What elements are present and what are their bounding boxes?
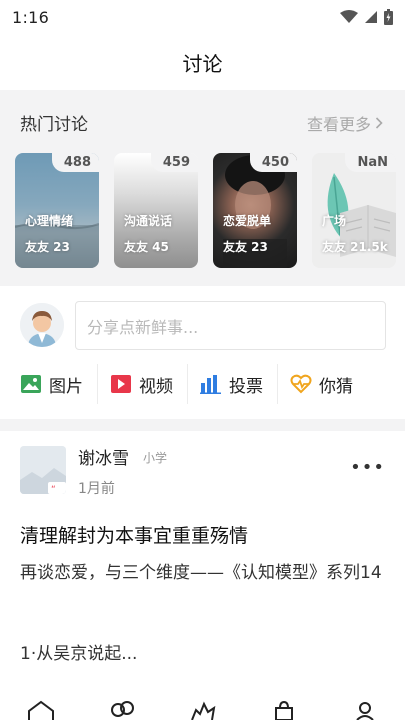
action-label: 视频 [139,376,173,397]
hot-cards: 488 心理情绪 友友 23 459 沟通说话 友友 45 450 恋爱脱单 友… [15,153,396,268]
more-options-icon[interactable]: ••• [350,457,385,478]
status-time: 1:16 [12,7,50,27]
card-name: 恋爱脱单 [223,214,272,228]
tab-discussion[interactable] [173,681,233,720]
heartbeat-icon [290,374,312,394]
card-friends: 友友 21.5k [322,240,388,254]
post-body: 再谈恋爱，与三个维度——《认知模型》系列14 [20,563,382,583]
page-title: 讨论 [182,51,223,76]
view-more-label: 查看更多 [306,114,371,134]
wifi-icon [340,10,358,23]
user-avatar[interactable] [20,303,64,347]
svg-text:“: “ [51,485,56,494]
bag-icon [274,700,293,720]
hot-card-communication[interactable]: 459 沟通说话 友友 45 [114,153,198,268]
composer-actions: 图片 视频 投票 你猜 [20,364,385,404]
hot-title: 热门讨论 [20,115,88,135]
status-icons [340,9,393,25]
tab-home[interactable] [11,681,71,720]
nav-bar: 讨论 [0,34,405,90]
post-author-avatar[interactable]: “ [20,446,66,494]
view-more-link[interactable]: 查看更多 [307,111,383,135]
post-time: 1月前 [78,481,115,497]
action-label: 图片 [49,376,83,397]
tab-community[interactable] [92,681,152,720]
hot-discussions-section: 热门讨论 查看更多 488 心理情绪 友友 23 459 沟通说话 友友 45 [0,90,405,286]
action-poll-button[interactable]: 投票 [200,364,278,404]
card-friends: 友友 23 [25,240,70,254]
action-guess-button[interactable]: 你猜 [290,364,367,404]
card-name: 广场 [322,214,347,228]
card-count: NaN [345,153,396,172]
image-icon [21,375,41,393]
card-count: 459 [150,153,198,172]
action-image-button[interactable]: 图片 [20,364,98,404]
tab-shop[interactable] [254,681,314,720]
compose-placeholder: 分享点新鲜事... [87,317,199,337]
home-icon [27,700,54,720]
action-label: 你猜 [319,376,353,397]
avatar-illustration [20,303,64,347]
card-count: 488 [51,153,99,172]
action-label: 投票 [229,376,263,397]
hot-card-psychology[interactable]: 488 心理情绪 友友 23 [15,153,99,268]
section-divider [0,419,405,431]
post-excerpt: 1·从吴京说起... [20,644,138,664]
composer: 分享点新鲜事... 图片 视频 投票 你猜 [0,286,405,419]
post-item[interactable]: “ 谢冰雪 小学 1月前 ••• 清理解封为本事宜重重殇情 再谈恋爱，与三个维度… [0,431,405,681]
card-name: 沟通说话 [124,214,173,228]
hot-header: 热门讨论 查看更多 [20,110,383,135]
hot-card-dating[interactable]: 450 恋爱脱单 友友 23 [213,153,297,268]
card-count: 450 [249,153,297,172]
spark-icon [190,701,215,720]
post-title: 清理解封为本事宜重重殇情 [20,525,249,547]
video-icon [111,375,131,393]
tab-profile[interactable] [335,681,395,720]
status-bar: 1:16 [0,0,405,34]
hot-card-square[interactable]: NaN 广场 友友 21.5k [312,153,396,268]
people-icon [110,701,134,717]
card-name: 心理情绪 [25,214,74,228]
user-icon [355,702,374,720]
poll-icon [200,375,221,394]
card-friends: 友友 23 [223,240,268,254]
post-author-grade: 小学 [143,451,168,465]
battery-icon [384,9,393,25]
post-author-name[interactable]: 谢冰雪 [78,444,129,469]
bottom-tab-bar [0,681,405,720]
cell-signal-icon [365,11,377,23]
compose-input[interactable]: 分享点新鲜事... [75,301,386,350]
avatar-landscape-image: “ [20,446,66,494]
action-video-button[interactable]: 视频 [110,364,188,404]
chevron-right-icon [375,116,383,129]
card-friends: 友友 45 [124,240,169,254]
